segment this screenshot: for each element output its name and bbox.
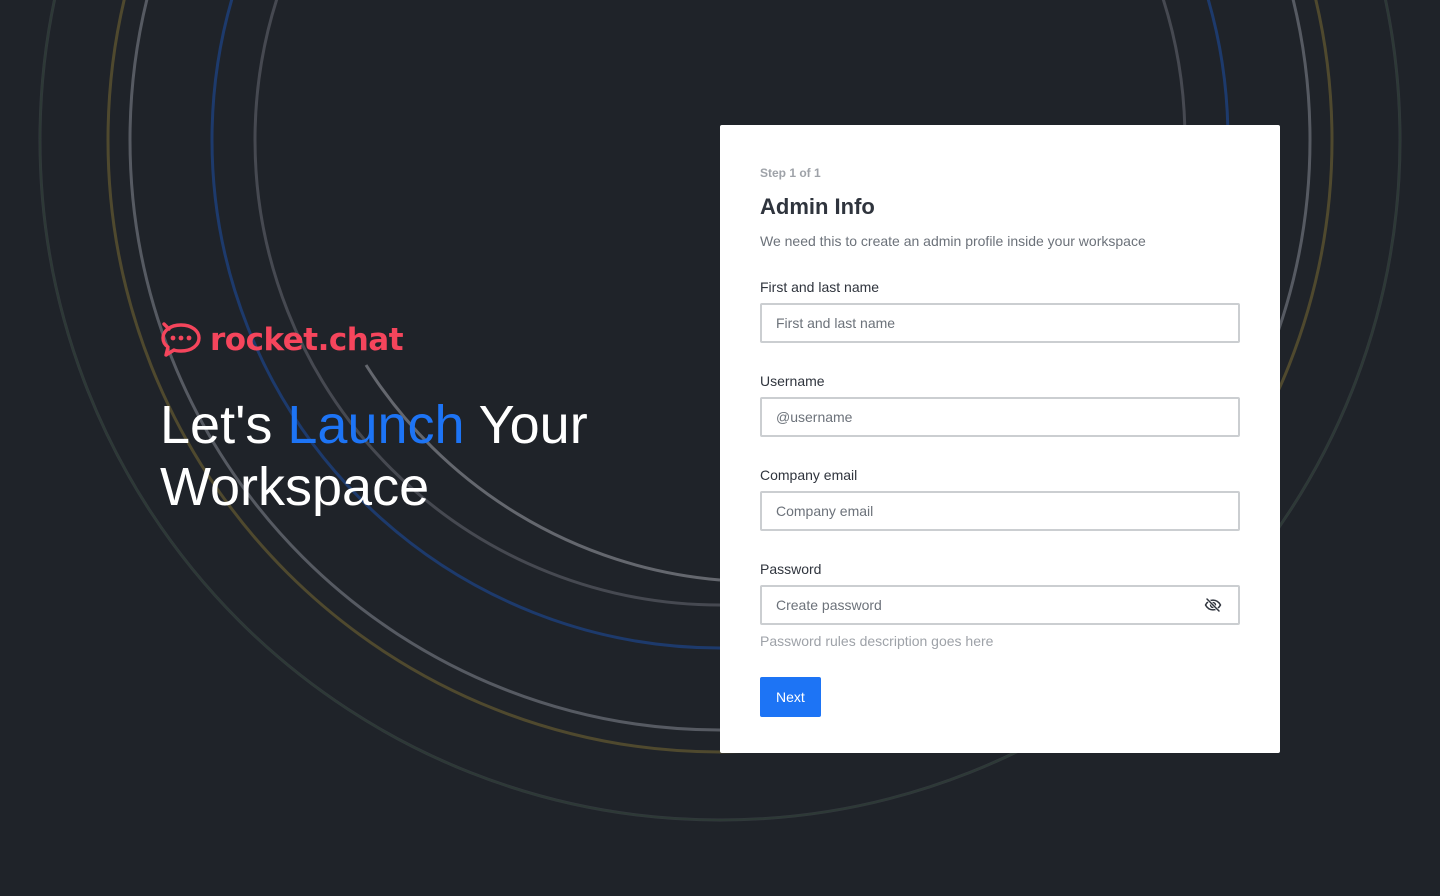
- company-email-input[interactable]: [762, 493, 1238, 529]
- headline-line-2: Workspace: [160, 457, 430, 517]
- username-input-wrapper: [760, 397, 1240, 437]
- full-name-label: First and last name: [760, 279, 880, 295]
- admin-info-form-card: Step 1 of 1 Admin Info We need this to c…: [720, 125, 1280, 753]
- hero-section: rocket.chat Let's Launch Your Workspace: [160, 320, 680, 518]
- username-label: Username: [760, 373, 825, 389]
- password-input-wrapper: [760, 585, 1240, 625]
- headline-accent: Launch: [287, 395, 465, 455]
- headline-text-2: Your: [464, 395, 588, 455]
- full-name-input-wrapper: [760, 303, 1240, 343]
- username-input[interactable]: [762, 399, 1238, 435]
- step-indicator: Step 1 of 1: [760, 166, 821, 180]
- company-email-label: Company email: [760, 467, 858, 483]
- form-title: Admin Info: [760, 194, 875, 219]
- field-company-email: Company email: [760, 465, 1240, 531]
- setup-wizard-page: rocket.chat Let's Launch Your Workspace …: [0, 0, 1440, 896]
- password-input[interactable]: [762, 587, 1238, 623]
- field-password: Password Password rules description goes…: [760, 559, 1240, 651]
- password-label: Password: [760, 561, 822, 577]
- field-full-name: First and last name: [760, 277, 1240, 343]
- company-email-input-wrapper: [760, 491, 1240, 531]
- headline-text-1: Let's: [160, 395, 288, 455]
- full-name-input[interactable]: [762, 305, 1238, 341]
- rocket-chat-bubble-icon: [161, 322, 201, 357]
- hero-headline: Let's Launch Your Workspace: [160, 394, 680, 518]
- form-subtitle: We need this to create an admin profile …: [760, 233, 1146, 249]
- brand-name: rocket.chat: [210, 322, 404, 358]
- field-username: Username: [760, 371, 1240, 437]
- brand-logo: rocket.chat: [160, 320, 680, 360]
- eye-off-icon[interactable]: [1204, 596, 1222, 614]
- password-hint: Password rules description goes here: [760, 633, 994, 649]
- next-button[interactable]: Next: [760, 677, 821, 717]
